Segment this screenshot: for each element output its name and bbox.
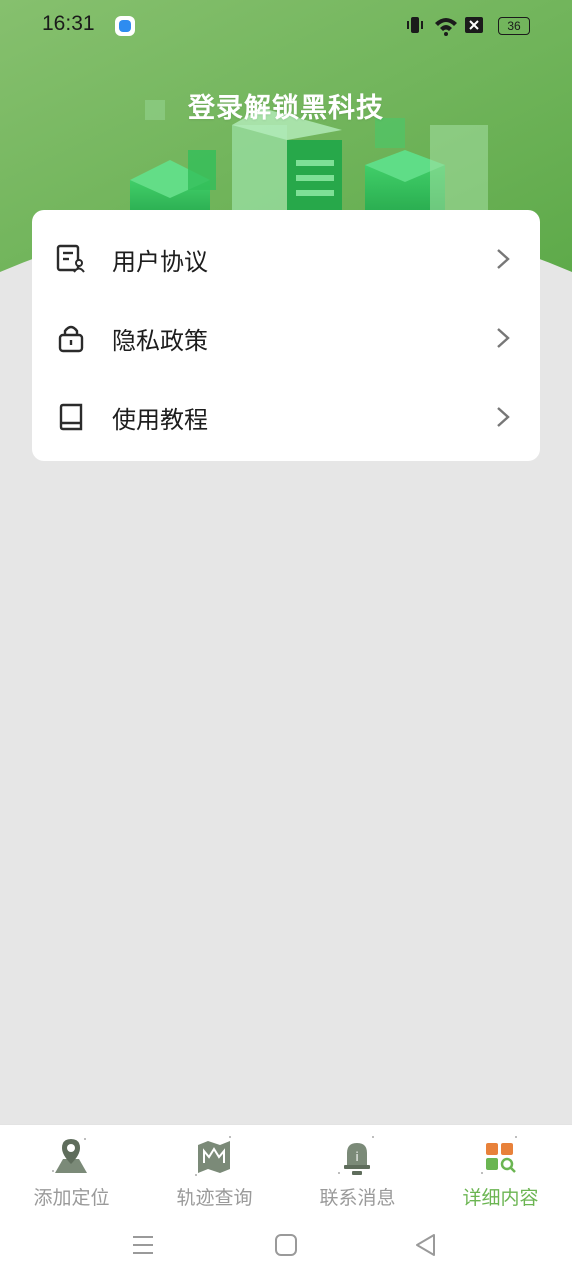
system-nav-bar <box>0 1210 572 1280</box>
back-triangle-icon[interactable] <box>413 1232 439 1258</box>
menu-card: 用户协议 隐私政策 使用教程 <box>32 210 540 461</box>
no-sim-icon <box>465 17 483 33</box>
status-bar: 16:31 36 <box>0 0 572 52</box>
battery-icon: 36 <box>498 17 530 35</box>
tab-label: 轨迹查询 <box>176 1187 253 1209</box>
menu-item-label: 用户协议 <box>112 248 208 276</box>
tab-label: 详细内容 <box>462 1187 539 1209</box>
bottom-tab-bar: 添加定位 轨迹查询 i 联系消息 详细内容 <box>0 1124 572 1211</box>
bell-icon: i <box>338 1136 374 1175</box>
home-square-icon[interactable] <box>273 1232 299 1258</box>
menu-item-label: 隐私政策 <box>112 327 208 355</box>
status-time: 16:31 <box>42 12 95 35</box>
menu-icon[interactable] <box>130 1232 156 1258</box>
svg-text:i: i <box>355 1150 358 1164</box>
chevron-right-icon <box>497 249 510 269</box>
menu-item-label: 使用教程 <box>112 406 208 434</box>
wifi-icon <box>435 18 457 36</box>
lock-icon <box>58 325 84 353</box>
book-icon <box>59 403 83 431</box>
chevron-right-icon <box>497 407 510 427</box>
menu-item-user-agreement[interactable]: 用户协议 <box>32 218 540 297</box>
battery-level: 36 <box>507 19 521 33</box>
menu-item-privacy-policy[interactable]: 隐私政策 <box>32 297 540 376</box>
tab-contact-messages[interactable]: i 联系消息 <box>286 1125 429 1211</box>
app-notification-icon <box>115 16 135 36</box>
tab-add-location[interactable]: 添加定位 <box>0 1125 143 1211</box>
grid-search-icon <box>481 1136 517 1174</box>
menu-item-tutorial[interactable]: 使用教程 <box>32 376 540 455</box>
tab-label: 添加定位 <box>33 1187 110 1209</box>
tab-details[interactable]: 详细内容 <box>429 1125 572 1211</box>
tab-track-query[interactable]: 轨迹查询 <box>143 1125 286 1211</box>
tab-label: 联系消息 <box>319 1187 396 1209</box>
vibrate-icon <box>407 17 423 33</box>
chevron-right-icon <box>497 328 510 348</box>
hero-title: 登录解锁黑科技 <box>188 93 384 124</box>
location-pin-icon <box>52 1138 87 1173</box>
document-user-icon <box>56 244 85 273</box>
map-icon <box>195 1136 231 1176</box>
